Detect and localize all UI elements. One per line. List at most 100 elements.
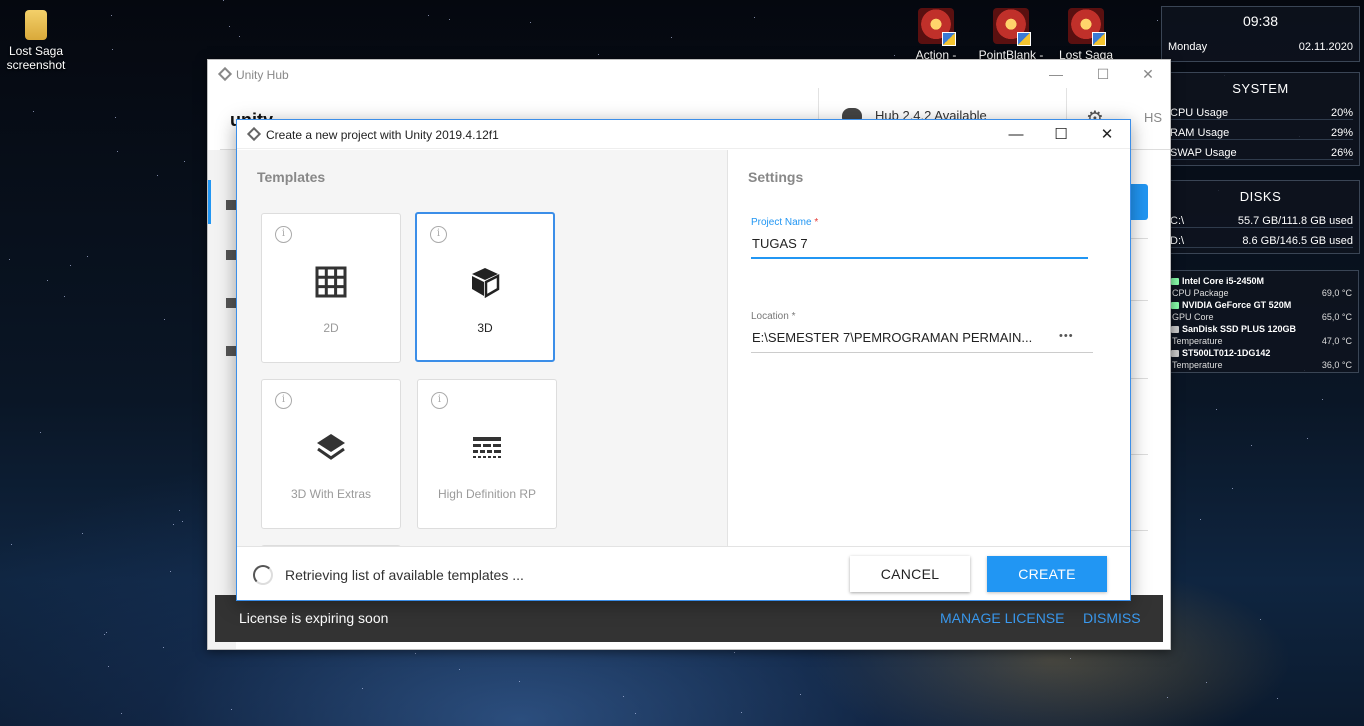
info-icon[interactable]: i (431, 392, 448, 409)
sidebar-item-learn[interactable] (226, 250, 236, 260)
dialog-titlebar: Create a new project with Unity 2019.4.1… (237, 120, 1130, 149)
star (671, 37, 672, 38)
desktop-icon-action[interactable]: Action - (897, 8, 975, 62)
cancel-button[interactable]: CANCEL (850, 556, 970, 592)
desktop-icon-lost-saga[interactable]: Lost Saga (1047, 8, 1125, 62)
disk-row-d: D:\ 8.6 GB/146.5 GB used (1170, 235, 1353, 248)
star (9, 259, 10, 260)
star (598, 54, 599, 55)
star (1260, 619, 1261, 620)
star (33, 111, 34, 112)
star (1307, 438, 1308, 439)
star (64, 296, 65, 297)
manage-license-button[interactable]: MANAGE LICENSE (940, 610, 1064, 626)
system-gadget: SYSTEM CPU Usage 20% RAM Usage 29% SWAP Us… (1161, 72, 1360, 166)
create-button[interactable]: CREATE (987, 556, 1107, 592)
info-icon[interactable]: i (275, 392, 292, 409)
hw-sensor: GPU Core (1172, 312, 1214, 322)
hw-name: SanDisk SSD PLUS 120GB (1182, 324, 1297, 334)
minimize-icon[interactable]: — (1005, 124, 1027, 146)
hub-new-dropdown-button[interactable] (1130, 184, 1148, 220)
disks-title: DISKS (1239, 189, 1282, 204)
template-label: 3D (477, 321, 493, 335)
clock-gadget: 09:38 Monday 02.11.2020 (1161, 6, 1360, 62)
star (112, 49, 113, 50)
star (415, 653, 416, 654)
star (741, 712, 742, 713)
row-value: 20% (1330, 107, 1353, 119)
sidebar-item-projects[interactable] (226, 200, 236, 210)
cube-icon (472, 268, 500, 298)
chip-icon (1171, 302, 1179, 309)
star (1216, 409, 1217, 410)
maximize-icon[interactable]: ☐ (1050, 124, 1072, 146)
system-row-swap: SWAP Usage 26% (1170, 147, 1353, 160)
hub-window-title: Unity Hub (236, 68, 289, 82)
templates-heading: Templates (257, 169, 326, 185)
clock-time: 09:38 (1242, 13, 1279, 29)
location-label-text: Location (751, 311, 789, 322)
row-value: 8.6 GB/146.5 GB used (1242, 235, 1353, 247)
template-label: 2D (323, 321, 339, 335)
star (754, 17, 755, 18)
star (1232, 488, 1233, 489)
desktop-icon-pointblank[interactable]: PointBlank - (972, 8, 1050, 62)
browse-folder-button[interactable]: ••• (1059, 330, 1074, 342)
template-label: 3D With Extras (290, 487, 371, 501)
location-input[interactable] (752, 328, 1042, 346)
sidebar-item-community[interactable] (226, 298, 236, 308)
active-indicator (208, 180, 211, 224)
template-label: High Definition RP (437, 487, 537, 501)
star (1251, 445, 1252, 446)
row-value: 26% (1330, 147, 1353, 159)
desktop-icon-lost-saga-screenshot[interactable]: Lost Saga screenshot (0, 10, 75, 72)
info-icon[interactable]: i (275, 226, 292, 243)
close-icon[interactable]: ✕ (1096, 124, 1118, 146)
hw-name: ST500LT012-1DG142 (1182, 348, 1271, 358)
template-card-2d[interactable]: i 2D (261, 213, 401, 363)
star (894, 55, 895, 56)
system-row-cpu: CPU Usage 20% (1170, 107, 1353, 120)
template-card-3d[interactable]: i 3D (415, 212, 555, 362)
star (223, 0, 224, 1)
desktop-icon-label-2: screenshot (6, 58, 66, 72)
star (182, 521, 183, 522)
maximize-icon[interactable]: ☐ (1093, 64, 1113, 84)
star (164, 319, 165, 320)
row-label: CPU Usage (1170, 107, 1229, 119)
grid-icon (315, 266, 347, 298)
hub-sidebar (208, 150, 236, 649)
star (47, 280, 48, 281)
license-snackbar: License is expiring soon MANAGE LICENSE … (215, 595, 1163, 642)
star (530, 22, 531, 23)
folder-icon (25, 10, 47, 40)
star (40, 432, 41, 433)
project-name-input[interactable] (752, 234, 1082, 252)
star (1277, 698, 1278, 699)
minimize-icon[interactable]: — (1046, 64, 1066, 84)
row-label: SWAP Usage (1170, 147, 1237, 159)
sidebar-item-installs[interactable] (226, 346, 236, 356)
list-divider (1130, 378, 1148, 379)
dismiss-button[interactable]: DISMISS (1083, 610, 1141, 626)
list-divider (1130, 530, 1148, 531)
hub-titlebar: Unity Hub — ☐ ✕ (208, 60, 1170, 88)
template-card-3d-extras[interactable]: i 3D With Extras (261, 379, 401, 529)
close-icon[interactable]: ✕ (1138, 64, 1158, 84)
hw-sensor: Temperature (1172, 336, 1223, 346)
template-card-hdrp[interactable]: i High Definition RP (417, 379, 557, 529)
settings-heading: Settings (748, 169, 804, 185)
star (170, 571, 171, 572)
game-shortcut-icon (1068, 8, 1106, 46)
location-underline (751, 352, 1093, 353)
star (239, 36, 240, 37)
user-avatar[interactable]: HS (1144, 110, 1162, 125)
star (106, 632, 107, 633)
loading-spinner-icon (253, 565, 273, 585)
disk-icon (1171, 326, 1179, 333)
project-name-underline (751, 257, 1088, 259)
star (157, 175, 158, 176)
star (108, 666, 109, 667)
info-icon[interactable]: i (430, 226, 447, 243)
create-project-dialog: Create a new project with Unity 2019.4.1… (236, 119, 1131, 601)
